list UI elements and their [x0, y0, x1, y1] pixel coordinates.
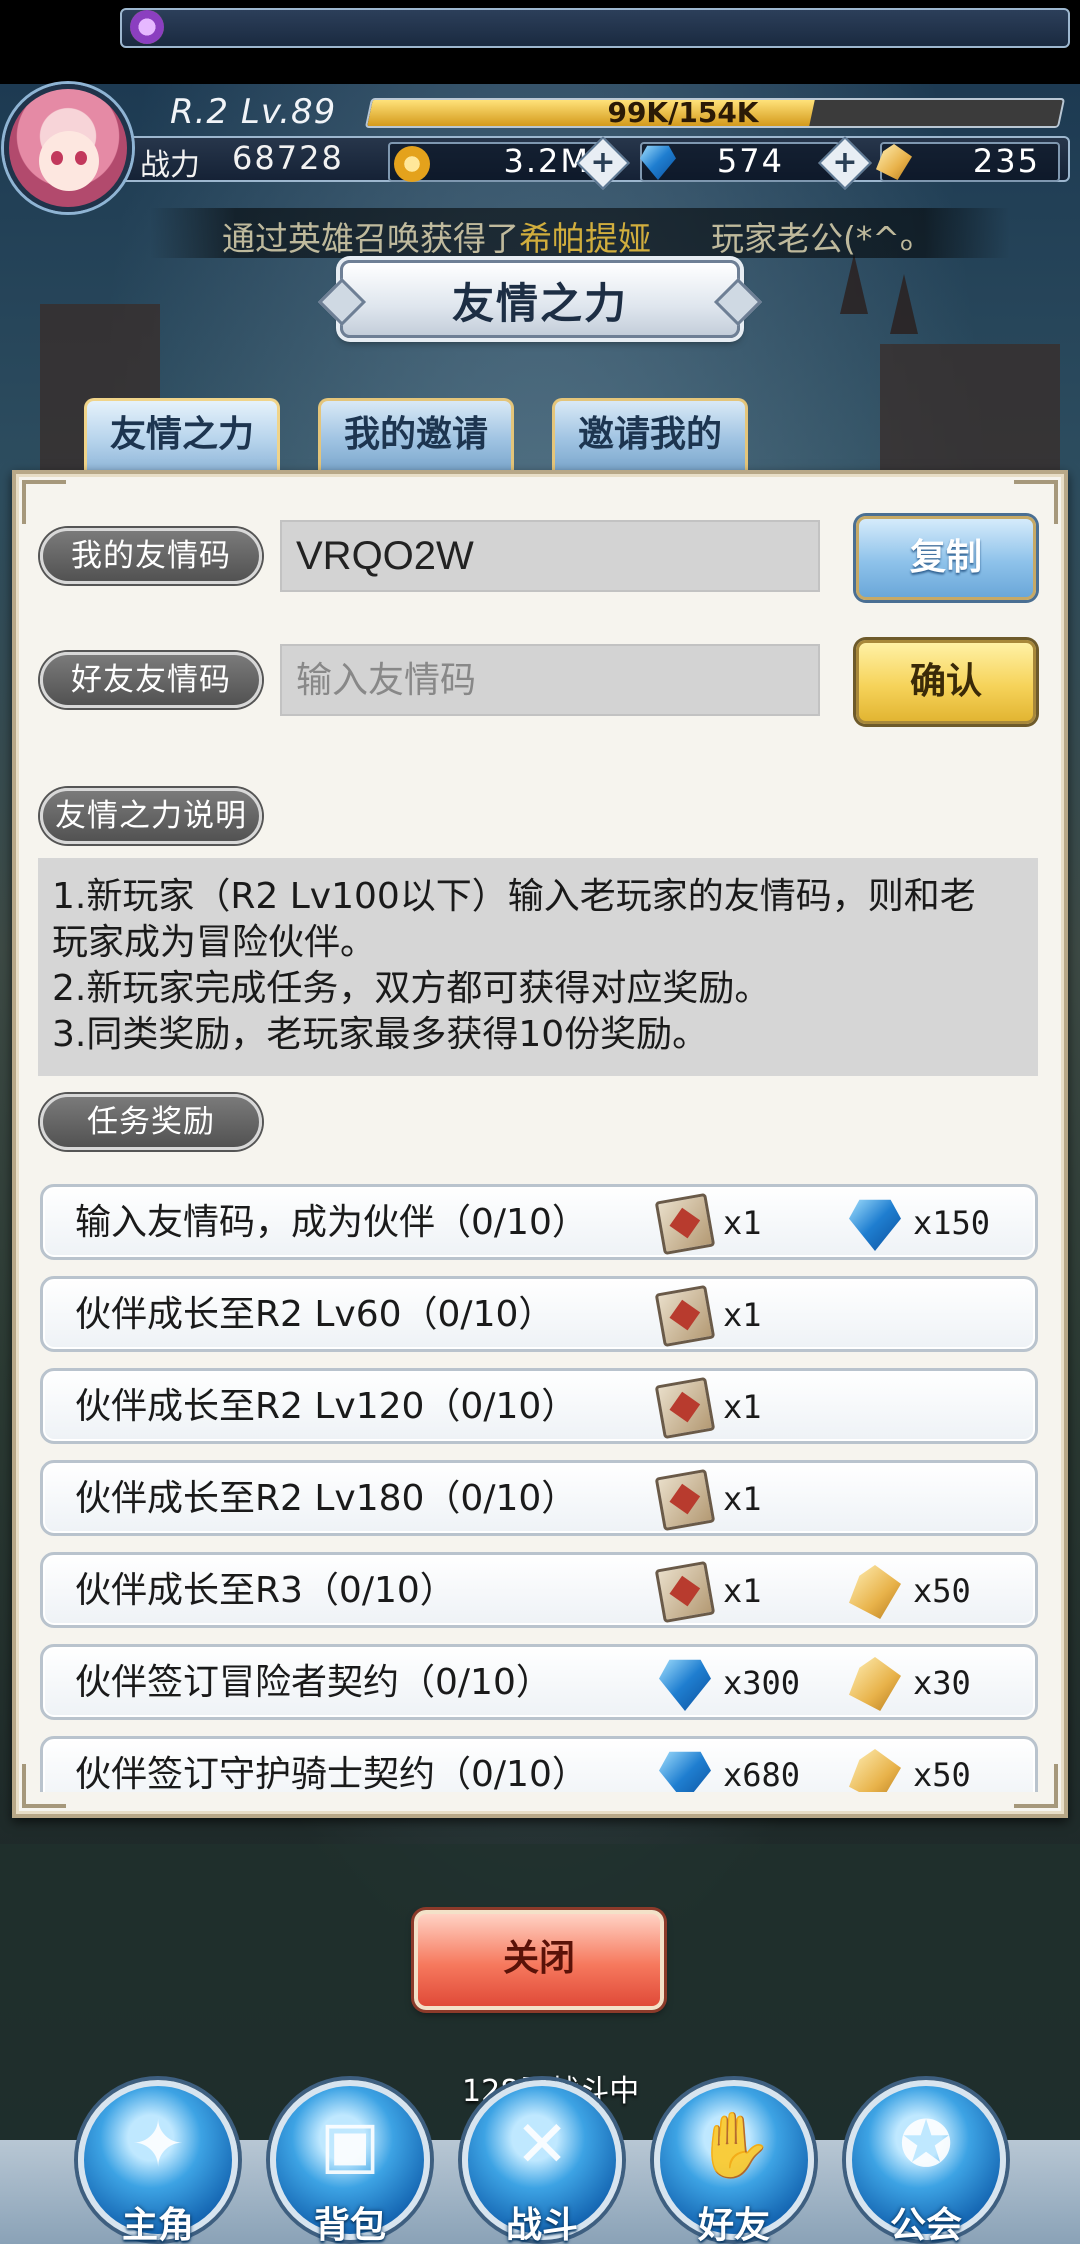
- task-rewards-label: 任务奖励: [40, 1094, 262, 1150]
- gem-value: 574: [716, 142, 784, 180]
- gold-value: 3.2M: [503, 142, 590, 180]
- nav-button-2[interactable]: ▣ 背包: [270, 2080, 430, 2244]
- rank-level: R.2 Lv.89: [170, 92, 337, 132]
- reward-count: x1: [723, 1296, 762, 1334]
- reward-count: x1: [723, 1204, 762, 1242]
- handshake-icon: ✋: [694, 2109, 774, 2183]
- my-code-label: 我的友情码: [40, 528, 262, 584]
- card-icon: [654, 1376, 716, 1440]
- nav-button-4[interactable]: ✋ 好友: [654, 2080, 814, 2244]
- gem-icon: [659, 1659, 711, 1711]
- guild-emblem-icon: ✪: [899, 2108, 953, 2182]
- helmet-icon: ✦: [131, 2108, 185, 2182]
- task-label: 伙伴成长至R2 Lv180（0/10）: [75, 1478, 578, 1519]
- description-line: 2.新玩家完成任务，双方都可获得对应奖励。: [52, 968, 771, 1009]
- task-label: 伙伴成长至R2 Lv120（0/10）: [75, 1386, 578, 1427]
- card-icon: [654, 1284, 716, 1348]
- swords-icon: ✕: [515, 2108, 569, 2182]
- confirm-button[interactable]: 确认: [856, 640, 1036, 724]
- description-label: 友情之力说明: [40, 788, 262, 844]
- task-reward-list[interactable]: 输入友情码，成为伙伴（0/10） x1 x150 伙伴成长至R2 Lv60（0/10）…: [40, 1184, 1040, 1792]
- task-row: 伙伴签订冒险者契约（0/10） x300 x30: [40, 1644, 1038, 1720]
- task-row: 伙伴成长至R2 Lv60（0/10） x1: [40, 1276, 1038, 1352]
- scroll-icon: [849, 1657, 901, 1711]
- scroll-icon: [849, 1565, 901, 1619]
- nav-label: 背包: [313, 2205, 386, 2244]
- task-row: 伙伴签订守护骑士契约（0/10） x680 x50: [40, 1736, 1038, 1792]
- reward-count: x30: [913, 1664, 971, 1702]
- card-icon: [654, 1468, 716, 1532]
- task-label: 输入友情码，成为伙伴（0/10）: [75, 1202, 588, 1243]
- backpack-icon: ▣: [319, 2108, 381, 2182]
- page-title: 友情之力: [451, 279, 628, 328]
- reward-count: x1: [723, 1480, 762, 1518]
- friend-code-label: 好友友情码: [40, 652, 262, 708]
- card-icon: [654, 1192, 716, 1256]
- copy-button[interactable]: 复制: [856, 516, 1036, 600]
- close-button[interactable]: 关闭: [414, 1910, 664, 2010]
- nav-button-1[interactable]: ✦ 主角: [78, 2080, 238, 2244]
- nav-label: 公会: [889, 2205, 962, 2244]
- avatar[interactable]: [4, 84, 132, 212]
- nav-button-3[interactable]: ✕ 战斗: [462, 2080, 622, 2244]
- reward-count: x300: [723, 1664, 801, 1702]
- power-label: 战力: [140, 148, 200, 183]
- gold-coin-icon: [394, 146, 430, 182]
- task-label: 伙伴签订冒险者契约（0/10）: [75, 1662, 552, 1703]
- tab-my-invites[interactable]: 我的邀请: [318, 398, 514, 472]
- task-label: 伙伴成长至R3（0/10）: [75, 1570, 456, 1611]
- tab-friendship-power[interactable]: 友情之力: [84, 398, 280, 472]
- panel-corner: [22, 480, 66, 524]
- tab-invited-me[interactable]: 邀请我的: [552, 398, 748, 472]
- description-line: 3.同类奖励，老玩家最多获得10份奖励。: [52, 1014, 709, 1055]
- my-code-field: VRQO2W: [280, 520, 820, 592]
- task-row: 伙伴成长至R3（0/10） x1 x50: [40, 1552, 1038, 1628]
- nav-label: 战斗: [505, 2205, 578, 2244]
- reward-count: x50: [913, 1572, 971, 1610]
- scroll-value: 235: [972, 142, 1040, 180]
- friend-code-input[interactable]: 输入友情码: [280, 644, 820, 716]
- scroll-icon: [849, 1749, 901, 1792]
- task-row: 伙伴成长至R2 Lv180（0/10） x1: [40, 1460, 1038, 1536]
- reward-count: x50: [913, 1756, 971, 1792]
- nav-label: 好友: [697, 2205, 770, 2244]
- task-label: 伙伴签订守护骑士契约（0/10）: [75, 1754, 588, 1792]
- announcement-text: 通过英雄召唤获得了希帕提娅 玩家老公(*^ₒ: [222, 219, 914, 258]
- reward-count: x1: [723, 1388, 762, 1426]
- reward-count: x1: [723, 1572, 762, 1610]
- reward-count: x680: [723, 1756, 801, 1792]
- nav-label: 主角: [121, 2205, 194, 2244]
- gem-icon: [659, 1751, 711, 1792]
- description-line: 1.新玩家（R2 Lv100以下）输入老玩家的友情码，则和老: [52, 876, 976, 917]
- card-icon: [654, 1560, 716, 1624]
- gem-icon: [849, 1199, 901, 1251]
- task-row: 伙伴成长至R2 Lv120（0/10） x1: [40, 1368, 1038, 1444]
- reward-count: x150: [913, 1204, 991, 1242]
- power-value: 68728: [232, 139, 344, 177]
- exp-text: 99K/154K: [607, 96, 759, 129]
- level-bar: [120, 8, 1070, 48]
- castle-spire: [890, 274, 918, 334]
- avatar-face: [39, 131, 99, 191]
- nav-button-5[interactable]: ✪ 公会: [846, 2080, 1006, 2244]
- task-label: 伙伴成长至R2 Lv60（0/10）: [75, 1294, 555, 1335]
- task-row: 输入友情码，成为伙伴（0/10） x1 x150: [40, 1184, 1038, 1260]
- description-line: 玩家成为冒险伙伴。: [52, 922, 377, 963]
- castle-spire: [840, 254, 868, 314]
- description-box: 1.新玩家（R2 Lv100以下）输入老玩家的友情码，则和老 玩家成为冒险伙伴。…: [38, 858, 1038, 1076]
- rank-gem-icon: [130, 10, 164, 44]
